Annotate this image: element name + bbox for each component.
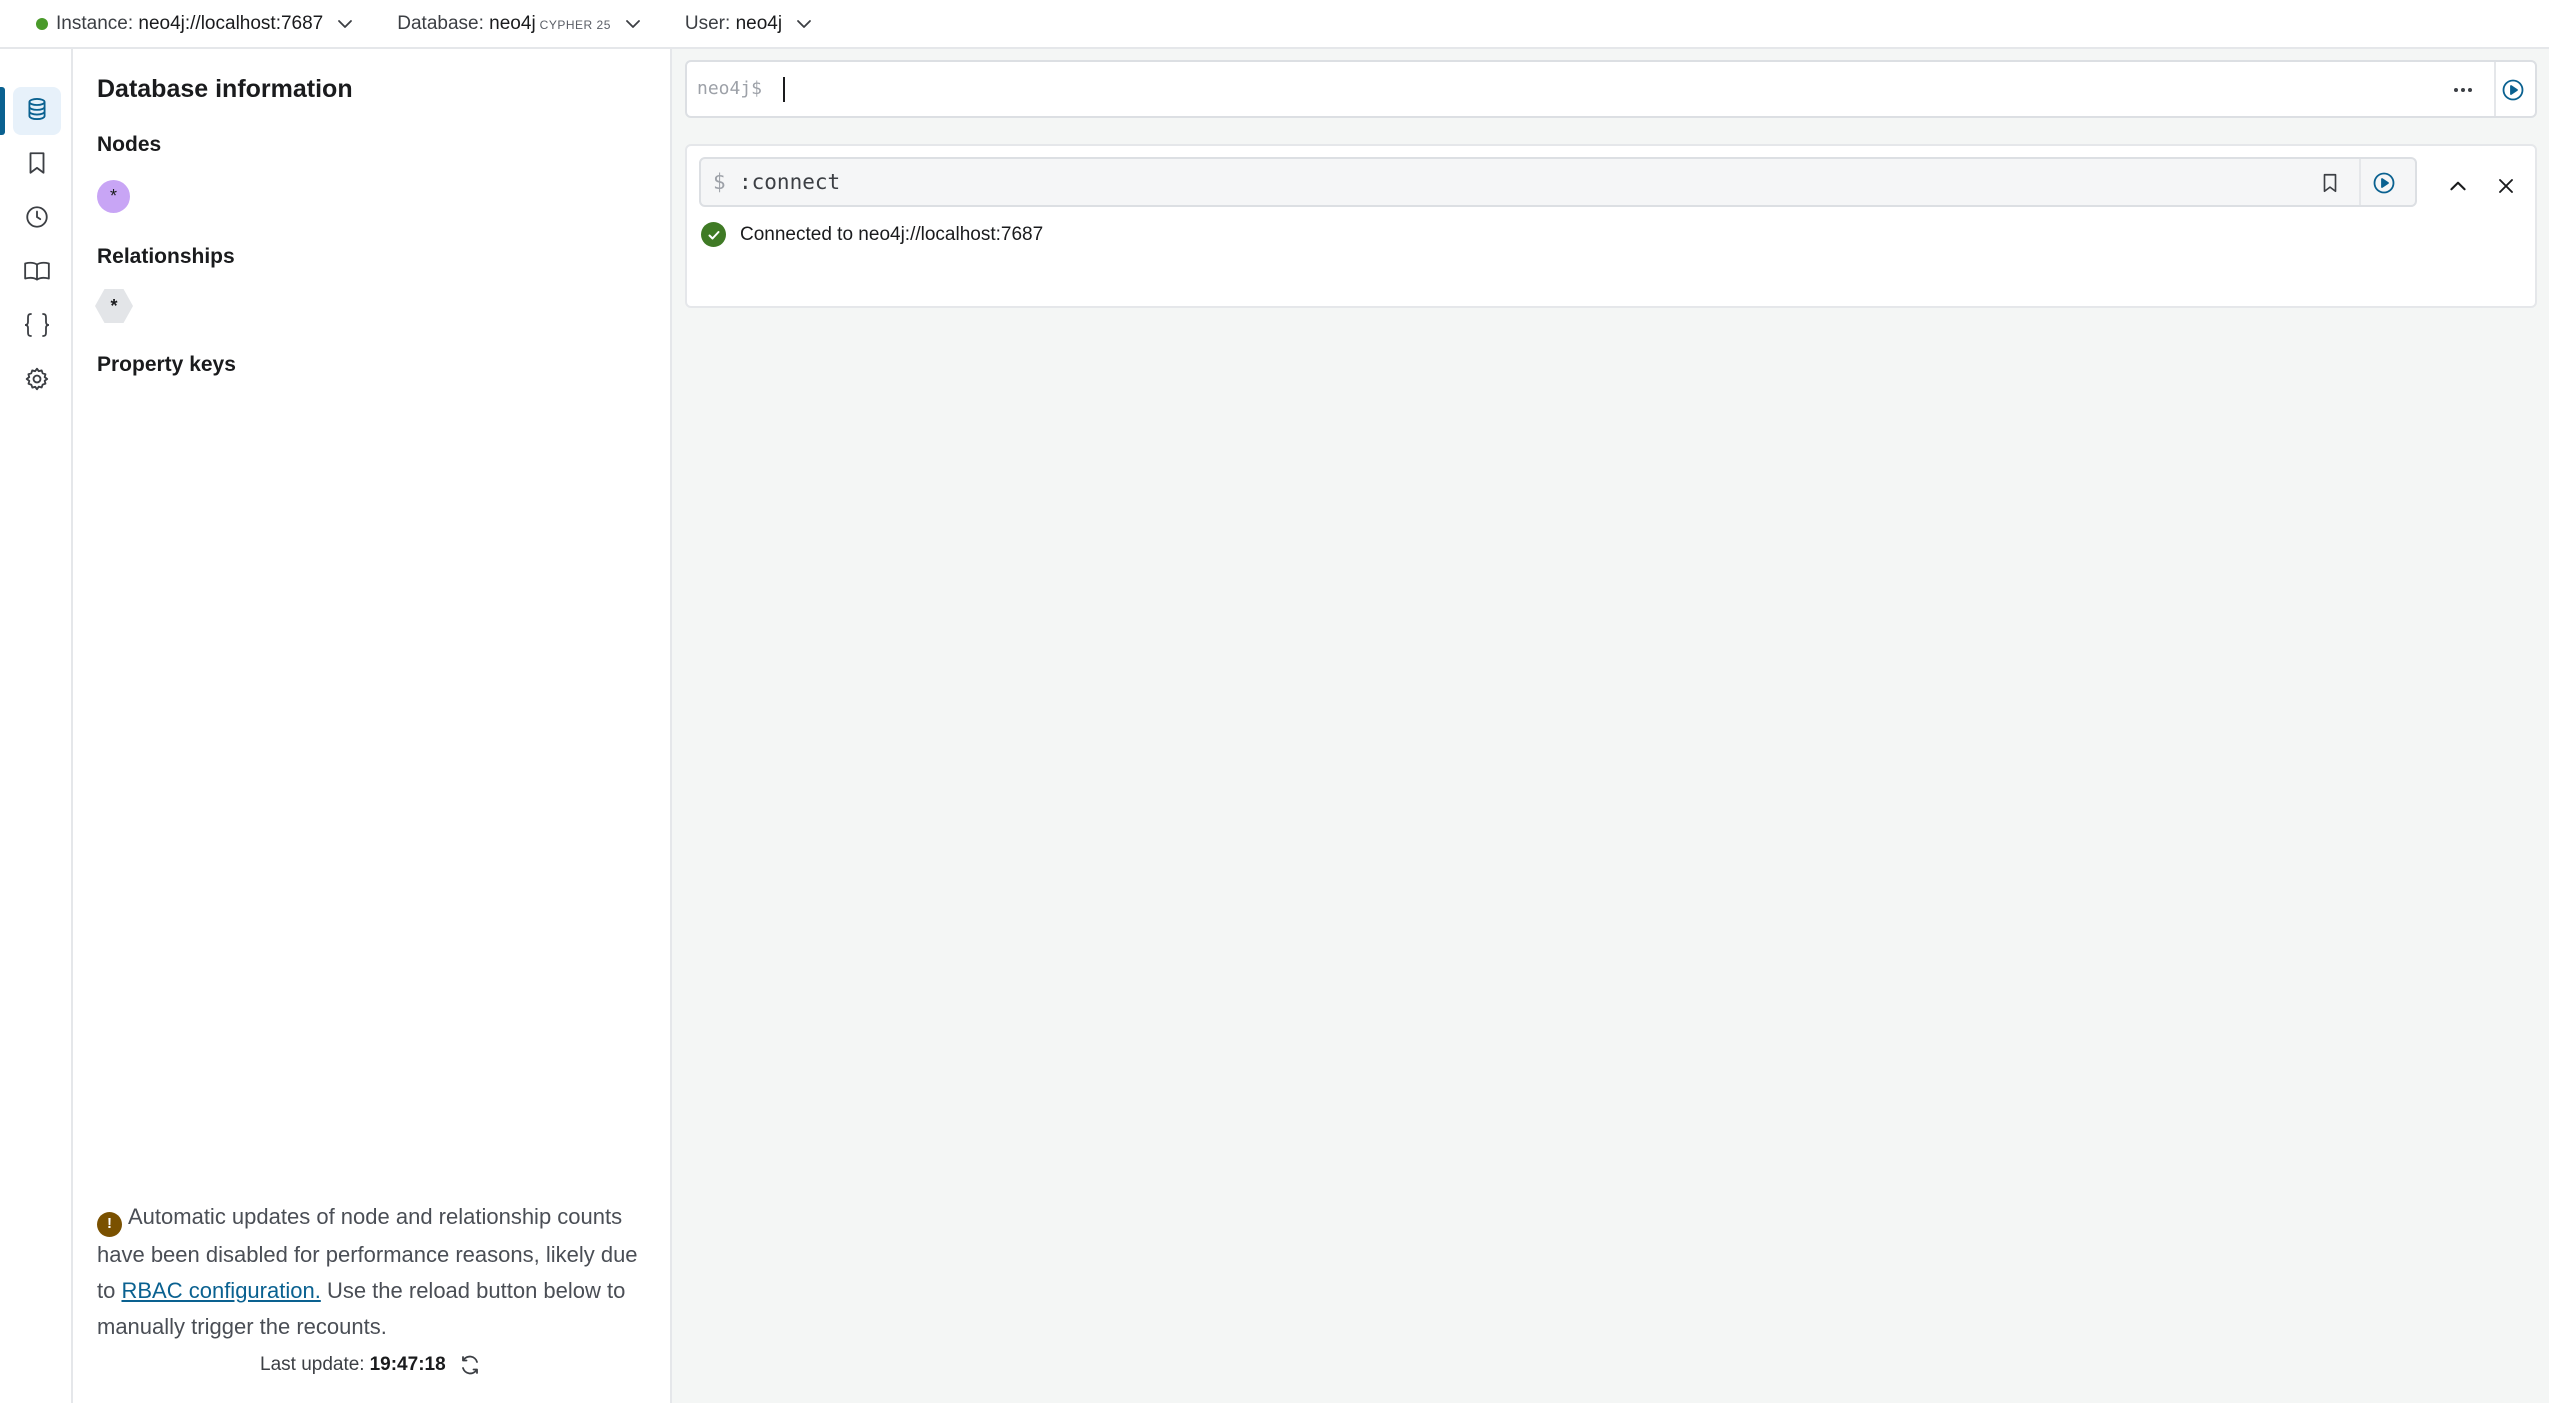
chevron-up-icon[interactable] bbox=[2442, 170, 2474, 202]
rbac-configuration-link[interactable]: RBAC configuration. bbox=[121, 1278, 320, 1303]
rail-parameters-button[interactable] bbox=[13, 303, 61, 351]
database-selector[interactable]: Database: neo4j CYPHER 25 bbox=[397, 13, 643, 35]
book-icon bbox=[23, 258, 51, 289]
nodes-heading: Nodes bbox=[97, 133, 162, 156]
instance-label: Instance: bbox=[56, 12, 134, 34]
property-keys-heading: Property keys bbox=[97, 353, 236, 376]
connection-status-text: Connected to neo4j://localhost:7687 bbox=[740, 223, 1044, 245]
main-area: neo4j$ $ :connect Connected to neo4j://l… bbox=[672, 49, 2549, 1403]
user-label: User: bbox=[684, 12, 731, 34]
run-query-icon[interactable] bbox=[2497, 74, 2529, 106]
warning-icon: ! bbox=[97, 1211, 122, 1237]
braces-icon bbox=[22, 311, 52, 344]
more-options-icon[interactable] bbox=[2447, 74, 2479, 106]
rail-settings-button[interactable] bbox=[13, 357, 61, 405]
bookmark-icon[interactable] bbox=[2314, 167, 2346, 199]
connection-status-dot bbox=[36, 17, 48, 30]
user-value: neo4j bbox=[735, 12, 783, 34]
database-value: neo4j bbox=[489, 12, 536, 34]
database-info-panel: Database information Nodes * Relationshi… bbox=[73, 49, 672, 1403]
top-bar: Instance: neo4j://localhost:7687 Databas… bbox=[0, 0, 2549, 49]
editor-prompt: neo4j$ bbox=[697, 78, 763, 99]
command-text: :connect bbox=[739, 170, 841, 194]
last-update-time: 19:47:18 bbox=[369, 1354, 446, 1375]
counts-disabled-notice: ! Automatic updates of node and relations… bbox=[97, 1199, 657, 1345]
icon-rail bbox=[0, 49, 73, 1403]
editor-divider bbox=[2494, 62, 2496, 116]
rail-history-button[interactable] bbox=[13, 195, 61, 243]
gear-icon bbox=[24, 366, 50, 397]
panel-title: Database information bbox=[97, 75, 353, 103]
frame-command-bar[interactable]: $ :connect bbox=[699, 157, 2417, 207]
database-label: Database: bbox=[397, 12, 484, 34]
close-icon[interactable] bbox=[2490, 170, 2522, 202]
bookmark-icon bbox=[24, 150, 50, 181]
chevron-down-icon bbox=[794, 14, 814, 34]
result-frame: $ :connect Connected to neo4j://localhos… bbox=[685, 144, 2537, 308]
node-label-all[interactable]: * bbox=[97, 180, 130, 213]
instance-selector[interactable]: Instance: neo4j://localhost:7687 bbox=[36, 13, 355, 35]
instance-value: neo4j://localhost:7687 bbox=[138, 12, 324, 34]
relationship-type-all[interactable]: * bbox=[95, 289, 133, 323]
chevron-down-icon bbox=[623, 14, 643, 34]
command-prompt: $ bbox=[713, 170, 726, 194]
reload-icon[interactable] bbox=[458, 1353, 482, 1377]
active-indicator bbox=[0, 87, 5, 135]
rail-database-button[interactable] bbox=[13, 87, 61, 135]
command-divider bbox=[2359, 159, 2361, 205]
user-selector[interactable]: User: neo4j bbox=[685, 13, 814, 35]
last-update: Last update: 19:47:18 bbox=[260, 1353, 482, 1377]
cypher-version-tag: CYPHER 25 bbox=[539, 18, 611, 32]
history-icon bbox=[24, 204, 50, 235]
last-update-label: Last update: bbox=[260, 1354, 365, 1375]
editor-caret bbox=[783, 77, 785, 102]
check-circle-icon bbox=[701, 222, 726, 247]
chevron-down-icon bbox=[335, 14, 355, 34]
relationships-heading: Relationships bbox=[97, 245, 235, 268]
database-icon bbox=[24, 96, 50, 127]
rail-guides-button[interactable] bbox=[13, 249, 61, 297]
connection-status: Connected to neo4j://localhost:7687 bbox=[701, 222, 1043, 247]
rerun-icon[interactable] bbox=[2368, 167, 2400, 199]
cypher-editor[interactable]: neo4j$ bbox=[685, 60, 2537, 118]
rail-favorites-button[interactable] bbox=[13, 141, 61, 189]
